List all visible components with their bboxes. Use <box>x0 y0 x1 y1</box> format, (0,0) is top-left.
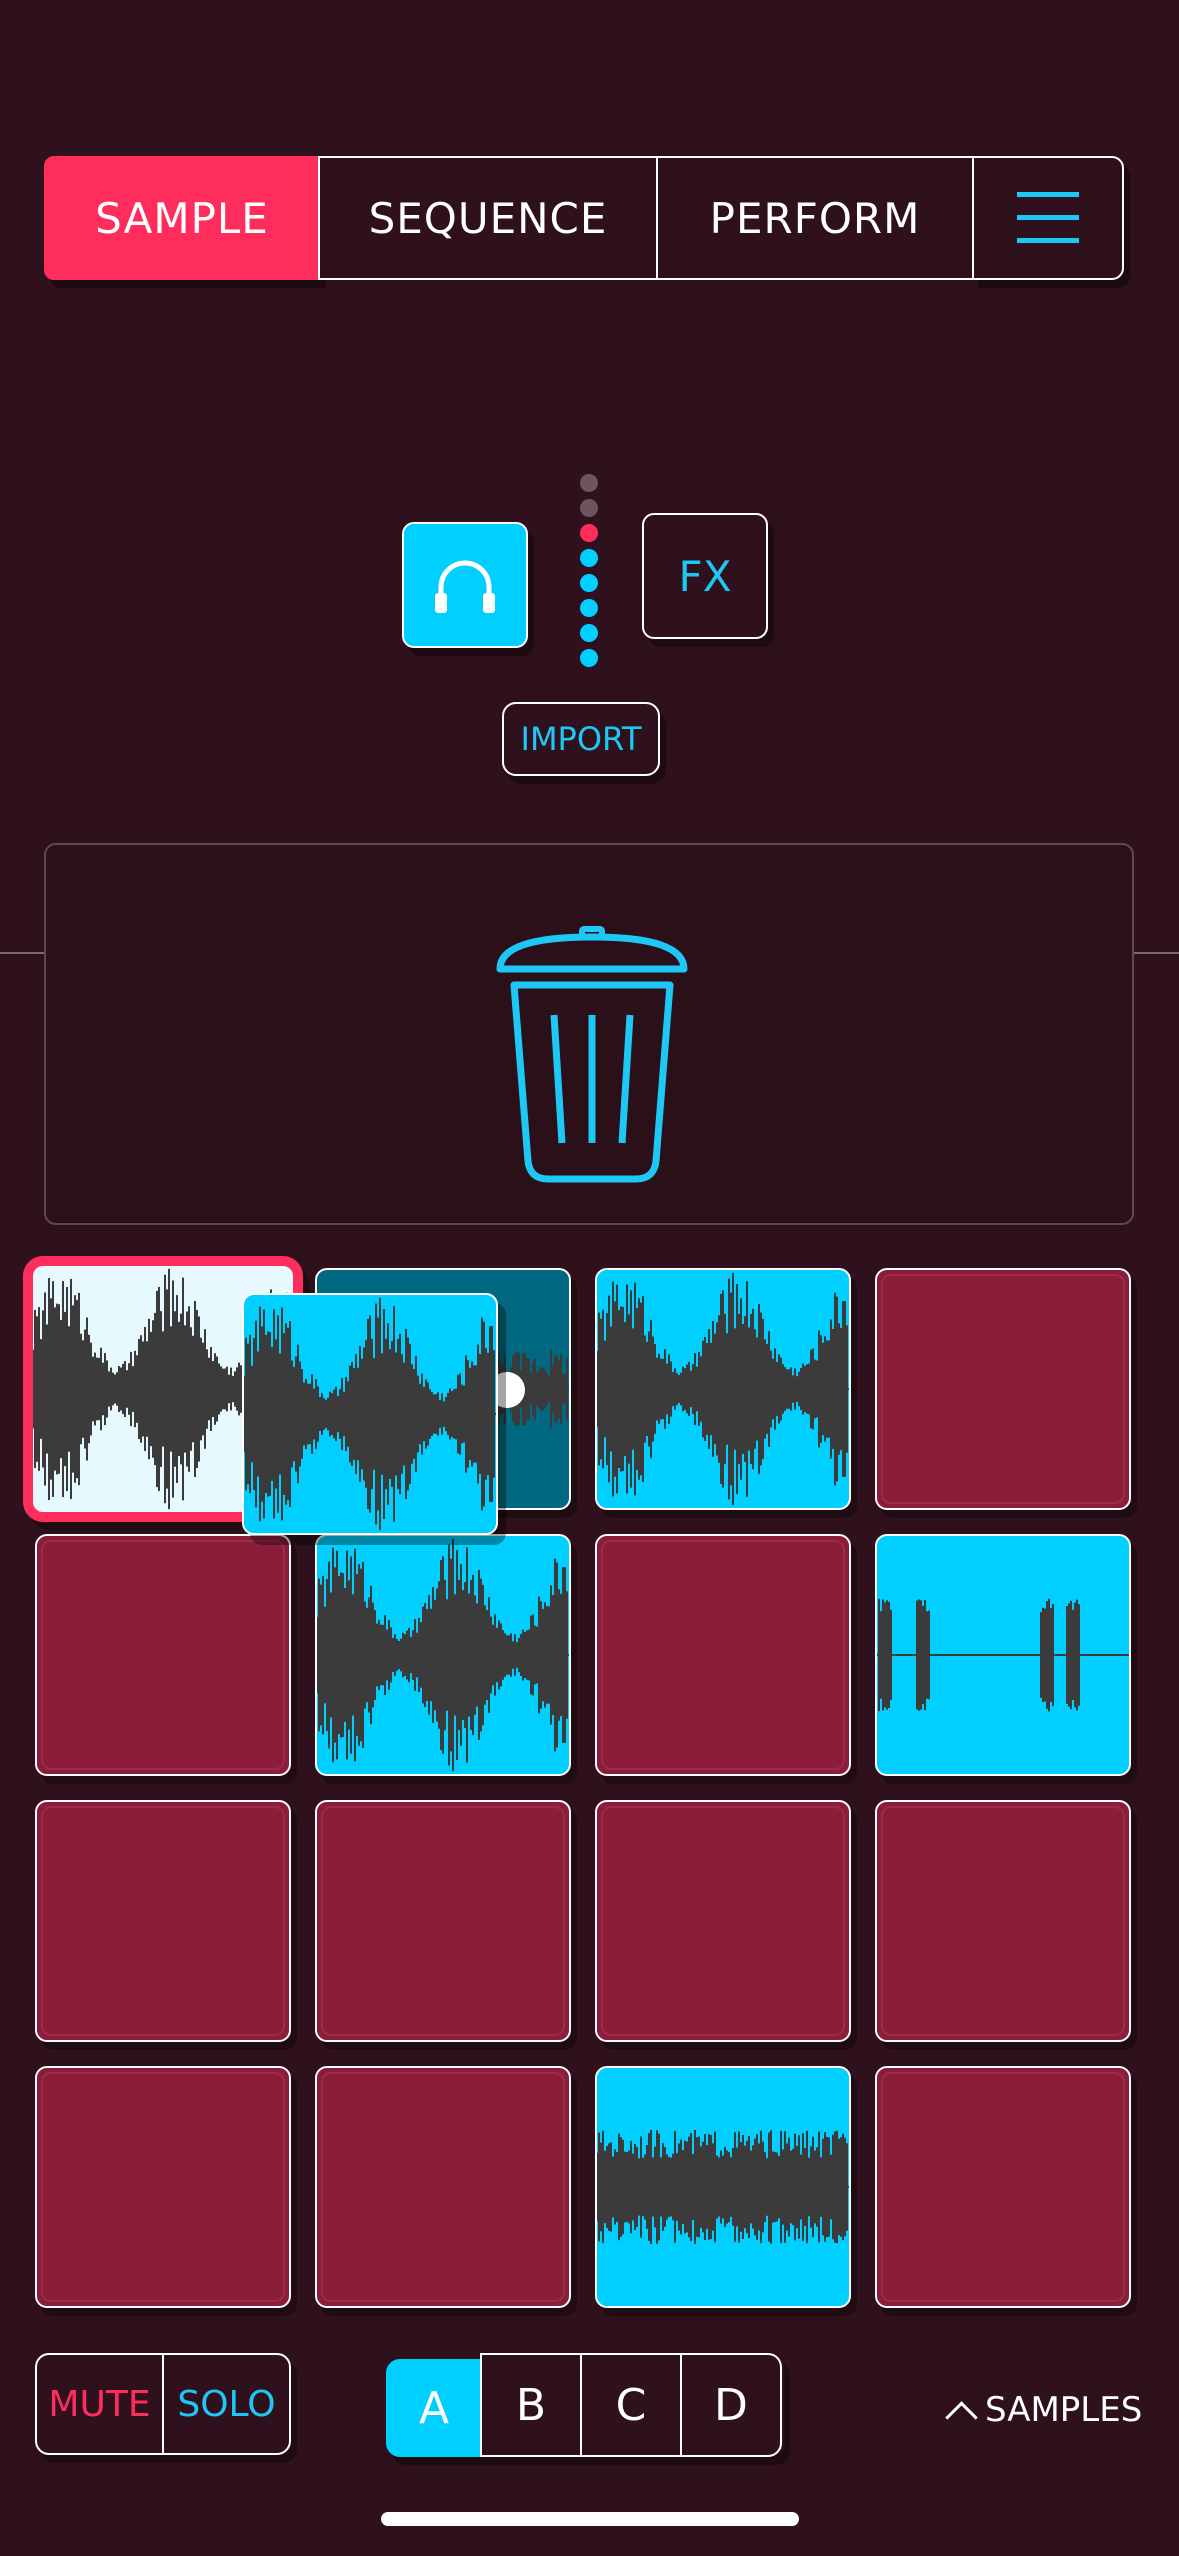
level-meter <box>578 474 600 674</box>
sample-pad[interactable] <box>35 1534 291 1776</box>
sample-pad[interactable] <box>35 1800 291 2042</box>
level-meter-dot <box>580 549 598 567</box>
level-meter-dot <box>580 649 598 667</box>
sample-pad[interactable] <box>315 1800 571 2042</box>
sample-pad[interactable] <box>315 2066 571 2308</box>
bank-b-button[interactable]: B <box>480 2353 582 2457</box>
sample-pad[interactable] <box>875 1800 1131 2042</box>
level-meter-dot <box>580 624 598 642</box>
trash-drop-zone[interactable] <box>44 843 1134 1225</box>
solo-button[interactable]: SOLO <box>162 2355 289 2453</box>
home-indicator[interactable] <box>381 2512 799 2526</box>
tab-perform[interactable]: PERFORM <box>656 156 974 280</box>
divider-line-right <box>1134 952 1179 954</box>
sample-pad[interactable] <box>595 1268 851 1510</box>
waveform <box>597 1272 849 1506</box>
bank-c-button[interactable]: C <box>580 2353 682 2457</box>
waveform <box>597 2129 849 2245</box>
tab-sequence[interactable]: SEQUENCE <box>318 156 658 280</box>
fx-button[interactable]: FX <box>642 513 768 639</box>
sample-pad[interactable] <box>875 1534 1131 1776</box>
level-meter-dot <box>580 574 598 592</box>
sample-pad[interactable] <box>595 1800 851 2042</box>
waveform <box>877 1598 1129 1712</box>
samples-drawer-button[interactable]: SAMPLES <box>945 2380 1143 2440</box>
trash-icon <box>496 926 688 1183</box>
menu-button[interactable] <box>972 156 1124 280</box>
mode-tab-bar: SAMPLE SEQUENCE PERFORM <box>44 156 1124 280</box>
level-meter-dot <box>580 474 598 492</box>
level-meter-dot <box>580 524 598 542</box>
caret-up-icon <box>945 2400 978 2434</box>
bank-a-button[interactable]: A <box>386 2359 482 2457</box>
preview-headphones-button[interactable] <box>402 522 528 648</box>
hamburger-menu-icon <box>1017 192 1079 243</box>
sample-pad[interactable] <box>315 1534 571 1776</box>
sample-pad[interactable] <box>875 2066 1131 2308</box>
mute-button[interactable]: MUTE <box>37 2355 162 2453</box>
mute-solo-group: MUTE SOLO <box>35 2353 291 2455</box>
level-meter-dot <box>580 499 598 517</box>
bank-d-button[interactable]: D <box>680 2353 782 2457</box>
sample-pad[interactable] <box>35 2066 291 2308</box>
level-meter-dot <box>580 599 598 617</box>
waveform <box>317 1538 569 1772</box>
tab-sample[interactable]: SAMPLE <box>44 156 320 280</box>
sample-pad[interactable] <box>595 2066 851 2308</box>
dragged-sample-pad[interactable] <box>242 1293 498 1535</box>
divider-line-left <box>0 952 44 954</box>
app-root: SAMPLE SEQUENCE PERFORM FX IMPORT MUTE S… <box>0 0 1179 2556</box>
import-button[interactable]: IMPORT <box>502 702 660 776</box>
bank-selector: A B C D <box>386 2353 784 2457</box>
sample-pad[interactable] <box>875 1268 1131 1510</box>
samples-label: SAMPLES <box>985 2390 1143 2430</box>
waveform <box>244 1297 496 1531</box>
sample-pad[interactable] <box>595 1534 851 1776</box>
headphones-icon <box>435 560 495 613</box>
